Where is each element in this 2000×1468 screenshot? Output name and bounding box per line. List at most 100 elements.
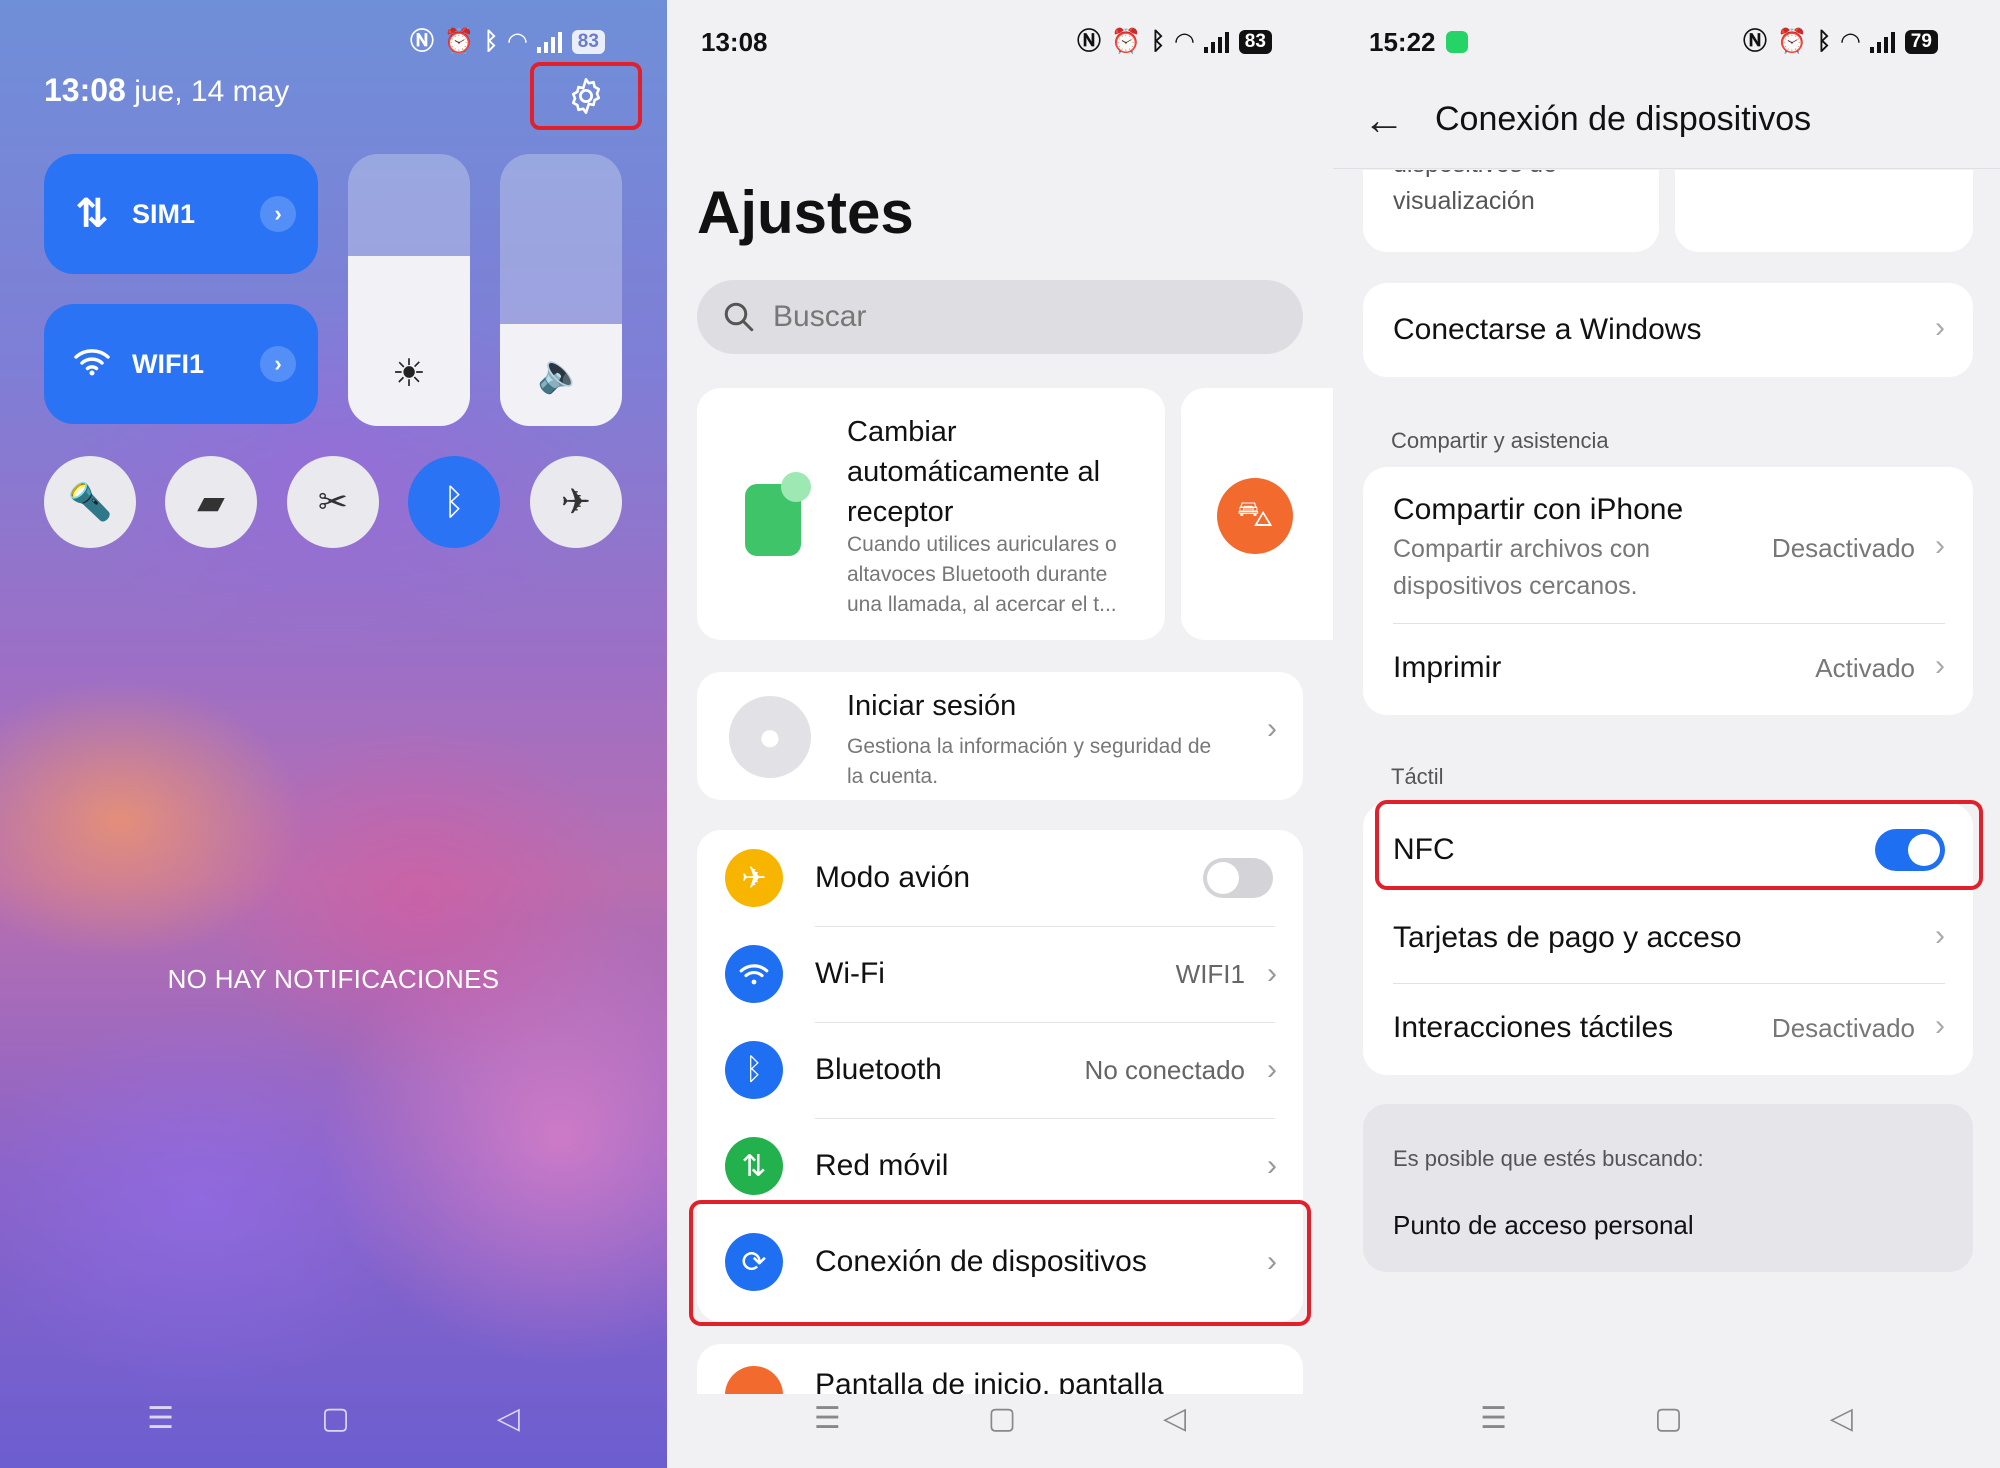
account-card[interactable]: ● Iniciar sesión Gestiona la información… bbox=[697, 672, 1303, 800]
airplane-mode-switch[interactable] bbox=[1203, 858, 1273, 898]
airplane-toggle[interactable]: ✈ bbox=[530, 456, 622, 548]
brightness-slider[interactable]: ☀ bbox=[348, 154, 470, 426]
row-value: Desactivado bbox=[1771, 533, 1915, 563]
wifi-status-icon: ◠ bbox=[1175, 28, 1194, 55]
battery-indicator: 83 bbox=[1238, 30, 1272, 54]
nav-bar: ☰ ▢ ◁ bbox=[667, 1388, 1333, 1448]
chevron-right-icon: › bbox=[1935, 1009, 1945, 1042]
wifi-status-icon: ◠ bbox=[1841, 28, 1860, 55]
row-label: Conectarse a Windows bbox=[1393, 313, 1702, 346]
nav-bar: ☰ ▢ ◁ bbox=[0, 1388, 667, 1448]
flashlight-toggle[interactable]: 🔦 bbox=[44, 456, 136, 548]
nfc-status-icon: Ⓝ bbox=[410, 28, 434, 55]
row-value: No conectado bbox=[1084, 1054, 1245, 1085]
airplane-mode-row[interactable]: ✈ Modo avión bbox=[697, 830, 1303, 926]
page-title: Conexión de dispositivos bbox=[1435, 100, 1812, 138]
back-arrow-icon[interactable]: ← bbox=[1363, 96, 1405, 144]
bluetooth-row[interactable]: ᛒ Bluetooth No conectado › bbox=[697, 1022, 1303, 1118]
battery-indicator: 83 bbox=[571, 30, 605, 54]
scissors-icon: ✂ bbox=[317, 481, 349, 522]
payment-cards-row[interactable]: Tarjetas de pago y acceso › bbox=[1363, 893, 1973, 983]
row-label: Imprimir bbox=[1393, 651, 1502, 684]
device-connection-panel: 15:22 Ⓝ ⏰ ᛒ ◠ 79 ← Conexión de dispositi… bbox=[1333, 0, 2000, 1468]
suggestions-card: Es posible que estés buscando: Punto de … bbox=[1363, 1104, 1973, 1272]
menu-nav-icon[interactable]: ☰ bbox=[814, 1401, 841, 1436]
page-title: Ajustes bbox=[697, 179, 914, 246]
car-icon: ⛍ bbox=[1217, 478, 1293, 554]
battery-indicator: 79 bbox=[1904, 30, 1938, 54]
row-label: Interacciones táctiles bbox=[1393, 1011, 1674, 1044]
menu-nav-icon[interactable]: ☰ bbox=[1480, 1401, 1507, 1436]
chevron-right-icon[interactable]: › bbox=[260, 346, 296, 382]
back-nav-icon[interactable]: ◁ bbox=[1163, 1401, 1186, 1436]
share-iphone-row[interactable]: Compartir con iPhone Compartir archivos … bbox=[1363, 467, 1973, 623]
chevron-right-icon: › bbox=[1935, 649, 1945, 682]
bluetooth-toggle[interactable]: ᛒ bbox=[408, 456, 500, 548]
sim-tile[interactable]: ⇅ SIM1 › bbox=[44, 154, 318, 274]
search-bar[interactable]: Buscar bbox=[697, 280, 1303, 354]
wifi-row[interactable]: Wi-Fi WIFI1 › bbox=[697, 926, 1303, 1022]
home-screen-row[interactable]: Pantalla de inicio, pantalla bbox=[697, 1344, 1303, 1394]
header-divider bbox=[1333, 168, 2000, 169]
chevron-right-icon: › bbox=[1935, 311, 1945, 344]
suggestion-card-next[interactable]: ⛍ bbox=[1181, 388, 1333, 640]
hotspot-suggestion-link[interactable]: Punto de acceso personal bbox=[1393, 1210, 1694, 1241]
row-label: Bluetooth bbox=[815, 1053, 942, 1086]
wallet-toggle[interactable]: ▰ bbox=[165, 456, 257, 548]
home-nav-icon[interactable]: ▢ bbox=[988, 1401, 1016, 1436]
brightness-level bbox=[348, 256, 470, 426]
status-time: 13:08 bbox=[701, 26, 768, 57]
signal-icon bbox=[1869, 31, 1895, 53]
touch-interactions-row[interactable]: Interacciones táctiles Desactivado › bbox=[1363, 983, 1973, 1075]
suggestion-desc: Cuando utilices auriculares o altavoces … bbox=[847, 533, 1117, 616]
nav-bar: ☰ ▢ ◁ bbox=[1333, 1388, 2000, 1448]
suggestion-card[interactable]: Cambiar automáticamente al receptor Cuan… bbox=[697, 388, 1165, 640]
datetime: 13:08 jue, 14 may bbox=[44, 72, 289, 109]
flashlight-icon: 🔦 bbox=[67, 481, 113, 522]
settings-panel: 13:08 Ⓝ ⏰ ᛒ ◠ 83 Ajustes Buscar Cambiar … bbox=[667, 0, 1333, 1468]
account-desc: Gestiona la información y seguridad de l… bbox=[847, 735, 1212, 788]
row-value: Desactivado bbox=[1771, 1013, 1915, 1043]
home-nav-icon[interactable]: ▢ bbox=[1654, 1401, 1682, 1436]
section-header: Táctil bbox=[1391, 764, 1444, 789]
no-notifications-text: NO HAY NOTIFICACIONES bbox=[167, 964, 500, 994]
bluetooth-status-icon: ᛒ bbox=[1816, 28, 1832, 55]
chevron-right-icon: › bbox=[1267, 712, 1277, 745]
home-nav-icon[interactable]: ▢ bbox=[321, 1401, 349, 1436]
suggestion-title: Cambiar automáticamente al receptor bbox=[847, 416, 1101, 528]
screenshot-toggle[interactable]: ✂ bbox=[287, 456, 379, 548]
alarm-icon: ⏰ bbox=[1111, 28, 1141, 55]
back-nav-icon[interactable]: ◁ bbox=[497, 1401, 520, 1436]
suggestions-header: Es posible que estés buscando: bbox=[1393, 1146, 1704, 1171]
status-time: 15:22 bbox=[1369, 26, 1436, 57]
partial-cards: dispositivos de visualización bbox=[1363, 170, 1973, 256]
chevron-right-icon: › bbox=[1935, 529, 1945, 562]
chevron-right-icon[interactable]: › bbox=[260, 196, 296, 232]
menu-nav-icon[interactable]: ☰ bbox=[147, 1401, 174, 1436]
speaker-icon: 🔈 bbox=[537, 353, 585, 395]
volume-slider[interactable]: 🔈 bbox=[500, 154, 622, 426]
wifi-icon bbox=[725, 945, 783, 1003]
card-label: dispositivos de visualización bbox=[1393, 170, 1557, 215]
sun-icon: ☀ bbox=[391, 353, 427, 395]
row-label: Modo avión bbox=[815, 861, 971, 894]
print-row[interactable]: Imprimir Activado › bbox=[1363, 623, 1973, 715]
row-label: Compartir con iPhone bbox=[1393, 493, 1684, 526]
row-label: Red móvil bbox=[815, 1149, 949, 1182]
status-bar: Ⓝ ⏰ ᛒ ◠ 79 bbox=[1743, 22, 1938, 62]
connect-windows-row[interactable]: Conectarse a Windows › bbox=[1363, 283, 1973, 377]
empty-card[interactable] bbox=[1675, 170, 1973, 252]
row-desc: Compartir archivos con dispositivos cerc… bbox=[1393, 535, 1651, 600]
display-devices-card[interactable]: dispositivos de visualización bbox=[1363, 170, 1659, 252]
account-title: Iniciar sesión bbox=[847, 690, 1017, 722]
highlight-box bbox=[689, 1200, 1311, 1326]
wifi-tile[interactable]: WIFI1 › bbox=[44, 304, 318, 424]
quick-settings-panel: Ⓝ ⏰ ᛒ ◠ 83 13:08 jue, 14 may ⇅ SIM1 › WI… bbox=[0, 0, 667, 1468]
chevron-right-icon: › bbox=[1267, 1149, 1277, 1182]
whatsapp-icon bbox=[1445, 31, 1468, 53]
settings-button[interactable] bbox=[530, 62, 642, 130]
airplane-icon: ✈ bbox=[560, 481, 592, 522]
back-nav-icon[interactable]: ◁ bbox=[1830, 1401, 1853, 1436]
clock: 13:08 bbox=[44, 72, 126, 108]
airplane-icon: ✈ bbox=[725, 849, 783, 907]
